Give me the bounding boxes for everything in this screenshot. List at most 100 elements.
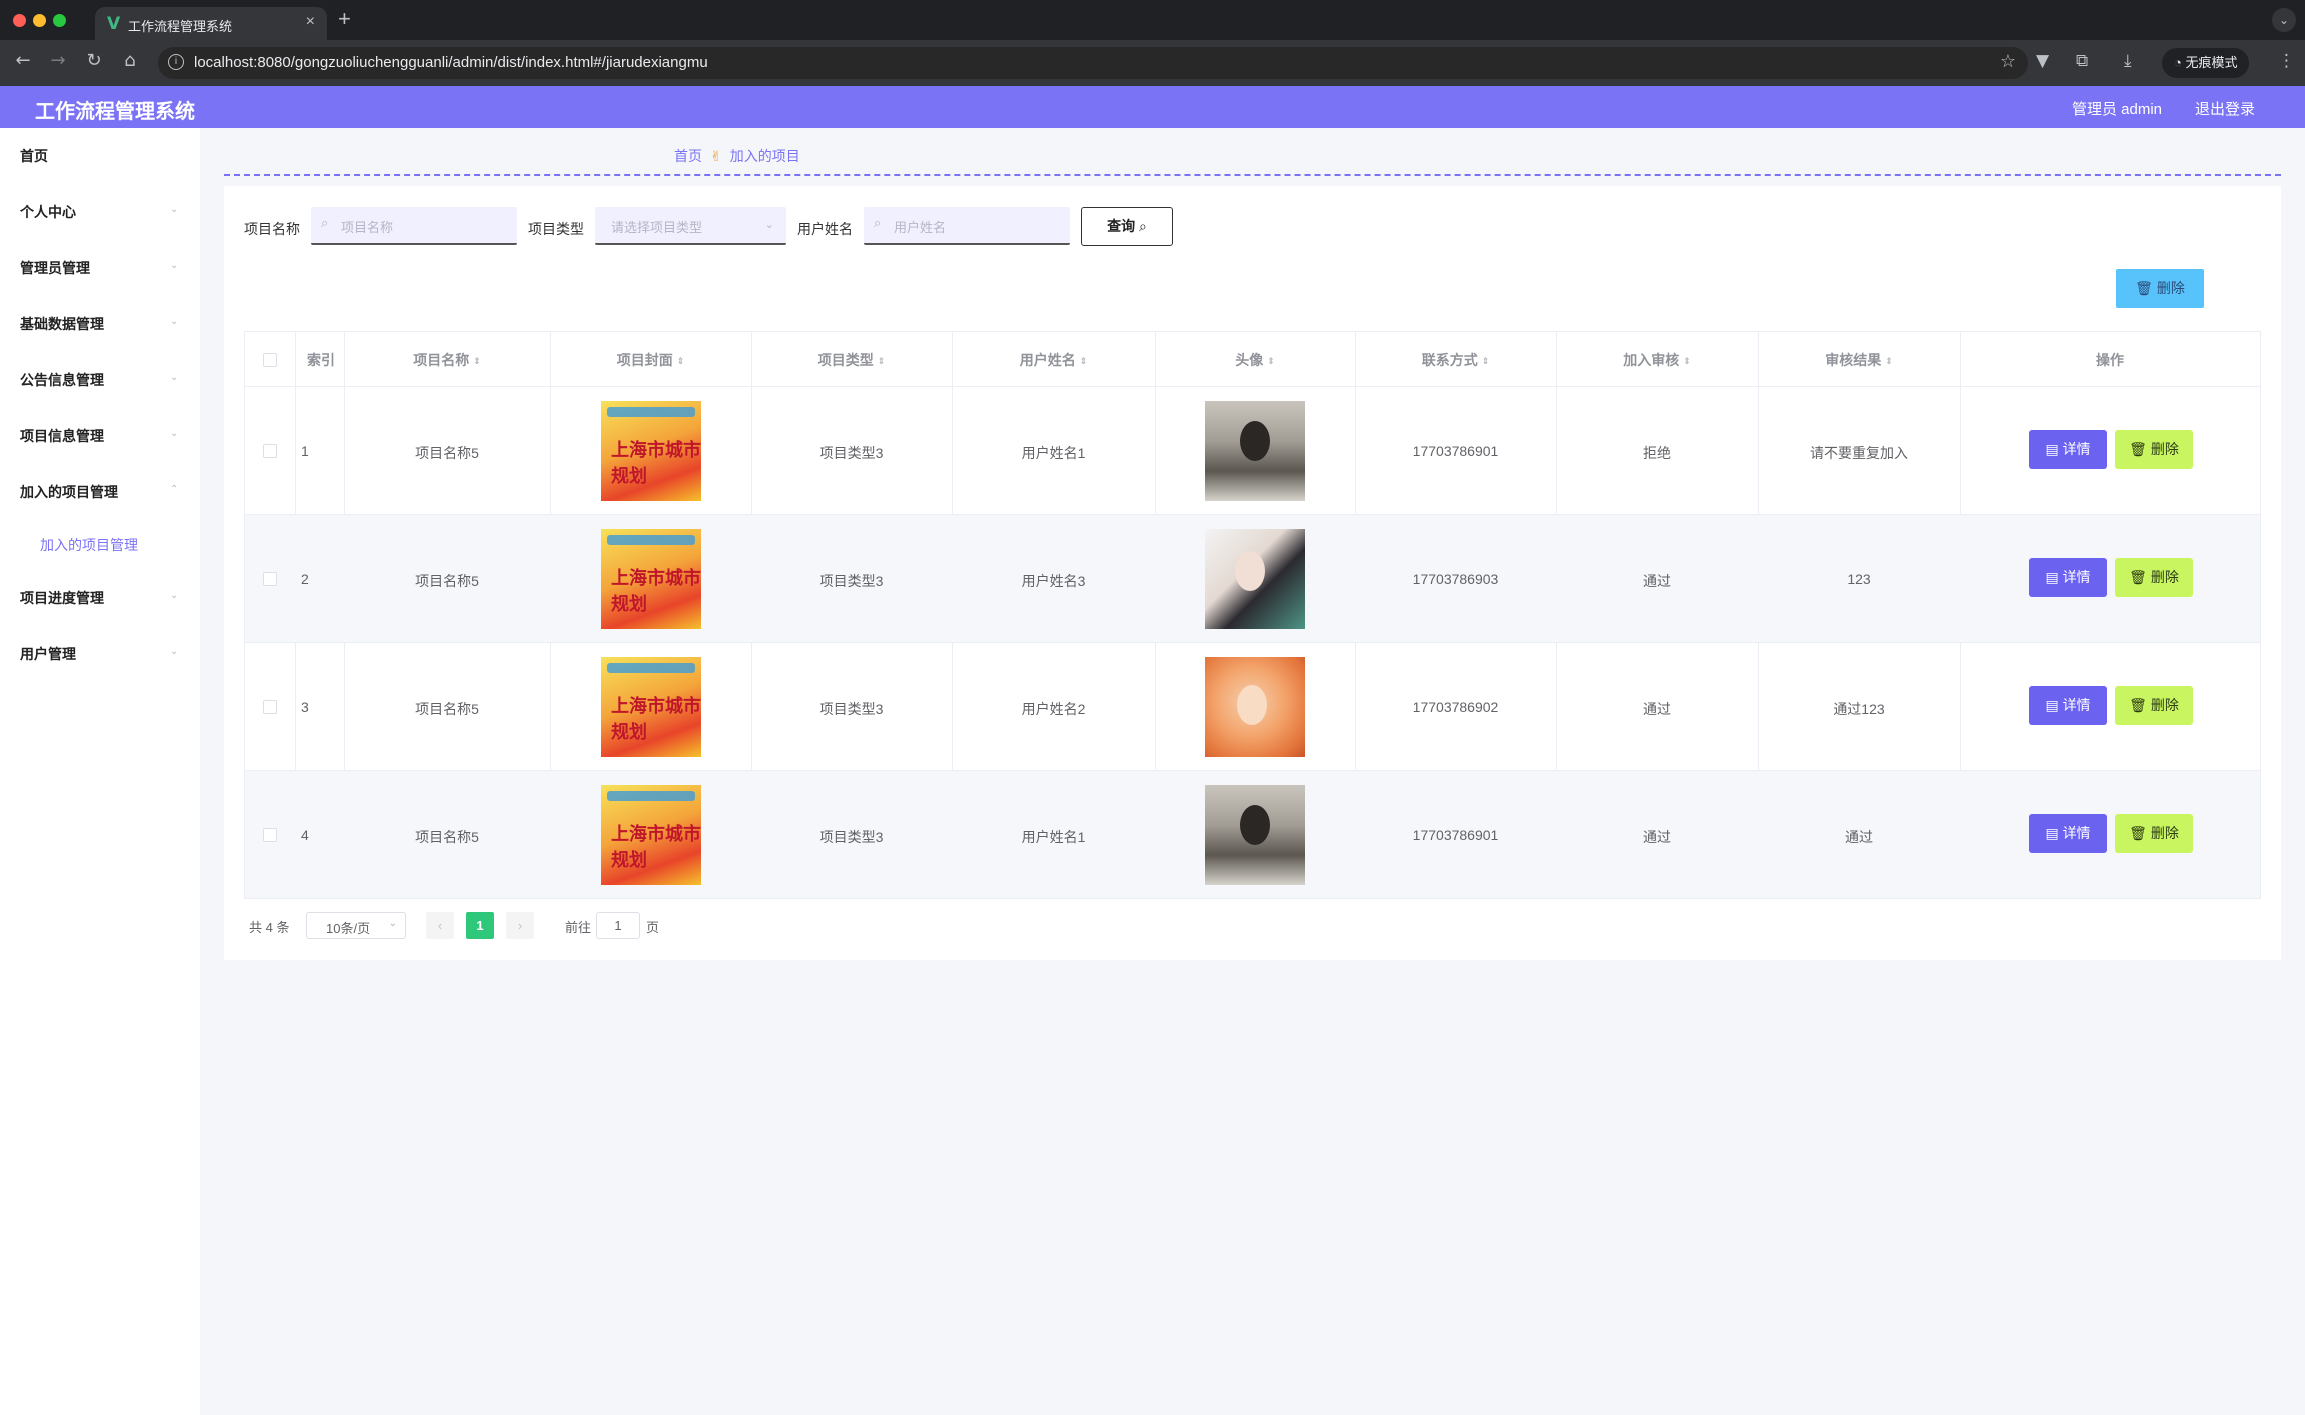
project-name-input[interactable]: ⌕ 项目名称 (311, 207, 517, 245)
select-all-checkbox[interactable] (263, 353, 277, 367)
sidebar-item-personal-center[interactable]: 个人中心 (20, 202, 76, 222)
review-cell: 拒绝 (1643, 445, 1671, 461)
column-header-result[interactable]: 审核结果 ⇕ (1758, 350, 1960, 370)
row-checkbox[interactable] (263, 572, 277, 586)
detail-button[interactable]: ▤ 详情 (2029, 814, 2107, 853)
tab-title: 工作流程管理系统 (128, 19, 233, 34)
reload-icon[interactable]: ↻ (81, 50, 107, 71)
batch-delete-button[interactable]: 🗑 删除 (2116, 269, 2204, 308)
sidebar-item-joined-projects[interactable]: 加入的项目管理 (20, 482, 118, 502)
page-size-value: 10条/页 (326, 921, 371, 936)
column-header-project-type[interactable]: 项目类型 ⇕ (751, 350, 952, 370)
sidebar-item-project-progress[interactable]: 项目进度管理 (20, 588, 104, 608)
avatar (1205, 401, 1305, 501)
bookmark-star-icon[interactable]: ☆ (2000, 51, 2016, 72)
prev-page-button[interactable]: ‹ (426, 912, 454, 939)
project-type-select[interactable]: 请选择项目类型 ⌄ (595, 207, 786, 245)
sidebar-item-users[interactable]: 用户管理 (20, 644, 76, 664)
detail-button[interactable]: ▤ 详情 (2029, 686, 2107, 725)
download-icon[interactable]: ⤓ (2124, 51, 2132, 71)
delete-button[interactable]: 🗑 删除 (2115, 814, 2193, 853)
more-menu-icon[interactable]: ⋮ (2278, 51, 2295, 71)
row-index: 3 (301, 699, 309, 715)
project-cover-image: 上海市城市规划 (601, 657, 701, 757)
address-bar[interactable]: i localhost:8080/gongzuoliuchengguanli/a… (158, 47, 2028, 79)
url-text[interactable]: localhost:8080/gongzuoliuchengguanli/adm… (194, 54, 708, 71)
column-header-review[interactable]: 加入审核 ⇕ (1556, 350, 1758, 370)
row-checkbox[interactable] (263, 444, 277, 458)
minimize-window-button[interactable] (33, 14, 46, 27)
column-header-cover[interactable]: 项目封面 ⇕ (550, 350, 751, 370)
column-header-label: 加入审核 (1623, 352, 1680, 368)
site-info-icon[interactable]: i (168, 54, 184, 70)
logout-button[interactable]: 退出登录 (2195, 98, 2255, 119)
maximize-window-button[interactable] (53, 14, 66, 27)
row-checkbox[interactable] (263, 700, 277, 714)
tab-close-icon[interactable]: × (306, 13, 315, 31)
column-header-label: 审核结果 (1825, 352, 1882, 368)
home-icon[interactable]: ⌂ (117, 50, 143, 71)
user-name-cell: 用户姓名1 (1021, 445, 1086, 461)
delete-button[interactable]: 🗑 删除 (2115, 558, 2193, 597)
delete-button[interactable]: 🗑 删除 (2115, 686, 2193, 725)
sort-icon[interactable]: ⇕ (1482, 356, 1490, 367)
column-header-avatar[interactable]: 头像 ⇕ (1155, 350, 1355, 370)
phone-cell: 17703786902 (1412, 699, 1499, 715)
breadcrumb-home[interactable]: 首页 (674, 148, 702, 164)
next-page-button[interactable]: › (506, 912, 534, 939)
column-header-label: 头像 (1235, 352, 1264, 368)
sidebar-item-admin-management[interactable]: 管理员管理 (20, 258, 90, 278)
sidebar-item-home[interactable]: 首页 (20, 146, 48, 166)
user-name-placeholder: 用户姓名 (894, 220, 947, 235)
detail-button[interactable]: ▤ 详情 (2029, 558, 2107, 597)
chevron-down-icon: ⌄ (764, 219, 774, 231)
incognito-icon: ◔ (2174, 55, 2186, 70)
delete-label: 删除 (2150, 441, 2179, 457)
search-icon: ⌕ (1139, 219, 1147, 235)
column-header-user-name[interactable]: 用户姓名 ⇕ (952, 350, 1155, 370)
back-icon[interactable]: ← (10, 50, 36, 71)
sidebar-item-basic-data[interactable]: 基础数据管理 (20, 314, 104, 334)
tab-search-icon[interactable]: ⌄ (2272, 8, 2296, 32)
batch-delete-label: 删除 (2156, 280, 2185, 296)
forward-icon[interactable]: → (45, 50, 71, 71)
user-name-label: 用户姓名 (797, 221, 853, 237)
incognito-badge[interactable]: ◔ 无痕模式 (2162, 48, 2250, 78)
chevron-down-icon: ⌄ (170, 204, 179, 215)
sidebar-item-announcements[interactable]: 公告信息管理 (20, 370, 104, 390)
column-header-phone[interactable]: 联系方式 ⇕ (1355, 350, 1556, 370)
page-number-button[interactable]: 1 (466, 912, 494, 939)
search-icon: ⌕ (874, 216, 882, 231)
vue-devtools-icon[interactable]: ▼ (2036, 51, 2049, 71)
admin-label: 管理员 admin (2072, 101, 2163, 118)
sort-icon[interactable]: ⇕ (473, 356, 481, 367)
user-name-input[interactable]: ⌕ 用户姓名 (864, 207, 1070, 245)
phone-cell: 17703786901 (1412, 827, 1499, 843)
sidebar-subitem-joined-projects[interactable]: 加入的项目管理 (40, 535, 138, 555)
query-button[interactable]: 查询 ⌕ (1081, 207, 1173, 246)
column-header-project-name[interactable]: 项目名称 ⇕ (344, 350, 550, 370)
close-window-button[interactable] (13, 14, 26, 27)
project-name-label: 项目名称 (244, 221, 300, 237)
extensions-icon[interactable]: ⧉ (2076, 51, 2088, 71)
chevron-down-icon: ⌄ (170, 316, 179, 327)
new-tab-button[interactable]: + (338, 6, 351, 32)
sort-icon[interactable]: ⇕ (677, 356, 685, 367)
sort-icon[interactable]: ⇕ (1885, 356, 1893, 367)
delete-button[interactable]: 🗑 删除 (2115, 430, 2193, 469)
user-name-cell: 用户姓名2 (1021, 701, 1086, 717)
row-checkbox[interactable] (263, 828, 277, 842)
goto-page-input[interactable]: 1 (596, 912, 640, 939)
project-cover-image: 上海市城市规划 (601, 529, 701, 629)
sort-icon[interactable]: ⇕ (878, 356, 886, 367)
sidebar-item-project-info[interactable]: 项目信息管理 (20, 426, 104, 446)
sort-icon[interactable]: ⇕ (1080, 356, 1088, 367)
sort-icon[interactable]: ⇕ (1267, 356, 1275, 367)
sort-icon[interactable]: ⇕ (1683, 356, 1691, 367)
detail-button[interactable]: ▤ 详情 (2029, 430, 2107, 469)
page-size-select[interactable]: 10条/页 ⌄ (306, 912, 406, 939)
column-header-label: 项目名称 (413, 352, 470, 368)
browser-tab[interactable]: V 工作流程管理系统 × (95, 7, 327, 40)
review-cell: 通过 (1643, 829, 1671, 845)
column-header-label: 项目类型 (817, 352, 874, 368)
